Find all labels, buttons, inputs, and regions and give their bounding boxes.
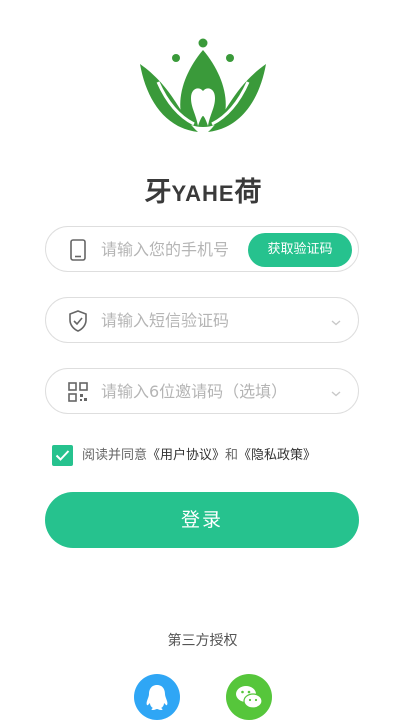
chevron-down-icon xyxy=(330,314,342,326)
sms-code-input[interactable] xyxy=(101,298,281,342)
shield-check-icon xyxy=(66,309,90,333)
brand-char-right: 荷 xyxy=(234,177,262,207)
brand-char-left: 牙 xyxy=(144,177,172,207)
checkmark-icon xyxy=(55,450,70,461)
agreement-text: 阅读并同意《用户协议》和《隐私政策》 xyxy=(82,446,316,466)
qq-login-button[interactable] xyxy=(134,674,180,720)
qq-icon xyxy=(146,685,168,710)
user-agreement-link[interactable]: 《用户协议》 xyxy=(147,448,225,463)
sms-code-field[interactable] xyxy=(45,297,359,343)
invite-code-field[interactable] xyxy=(45,368,359,414)
agreement-and: 和 xyxy=(225,448,239,463)
third-party-title: 第三方授权 xyxy=(167,633,238,649)
login-button[interactable]: 登录 xyxy=(45,492,359,548)
brand-wordmark: 牙YAHE荷 xyxy=(130,170,276,209)
qr-code-icon xyxy=(66,380,90,404)
wechat-login-button[interactable] xyxy=(226,674,272,720)
lotus-tooth-logo xyxy=(140,38,266,132)
phone-icon xyxy=(66,238,90,262)
chevron-down-icon xyxy=(330,385,342,397)
phone-field[interactable]: 获取验证码 xyxy=(45,226,359,272)
wechat-icon xyxy=(236,686,263,709)
agreement-row: 阅读并同意《用户协议》和《隐私政策》 xyxy=(52,445,372,467)
agreement-checkbox[interactable] xyxy=(52,445,73,466)
app-logo: 牙YAHE荷 xyxy=(130,38,276,207)
agreement-prefix: 阅读并同意 xyxy=(82,448,148,463)
brand-english: YAHE xyxy=(171,181,235,206)
privacy-policy-link[interactable]: 《隐私政策》 xyxy=(238,448,316,463)
get-code-button[interactable]: 获取验证码 xyxy=(248,233,352,267)
invite-code-input[interactable] xyxy=(101,369,321,413)
